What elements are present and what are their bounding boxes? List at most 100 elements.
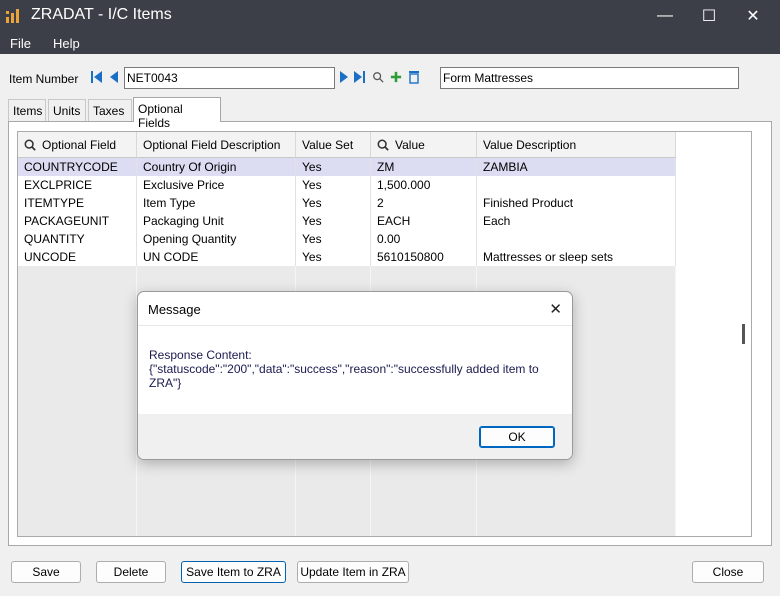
- table-row[interactable]: EXCLPRICE Exclusive Price Yes 1,500.000: [18, 176, 751, 194]
- table-cell[interactable]: 1,500.000: [371, 176, 477, 194]
- first-record-icon[interactable]: [91, 70, 103, 84]
- close-window-button[interactable]: Close: [692, 561, 764, 583]
- table-cell[interactable]: Yes: [296, 176, 371, 194]
- table-cell[interactable]: Opening Quantity: [137, 230, 296, 248]
- empty-table-cell[interactable]: [18, 338, 137, 356]
- menu-file[interactable]: File: [10, 36, 31, 51]
- table-cell[interactable]: Yes: [296, 248, 371, 266]
- empty-table-cell[interactable]: [18, 482, 137, 500]
- empty-table-cell[interactable]: [371, 500, 477, 518]
- table-cell[interactable]: UNCODE: [18, 248, 137, 266]
- empty-table-cell[interactable]: [18, 410, 137, 428]
- empty-table-cell[interactable]: [18, 266, 137, 284]
- finder-search-icon[interactable]: [372, 70, 384, 84]
- column-header-value[interactable]: Value: [371, 132, 477, 158]
- zoom-detail-icon[interactable]: [408, 70, 420, 84]
- add-new-icon[interactable]: [390, 70, 402, 84]
- column-search-icon[interactable]: [24, 139, 36, 151]
- table-cell[interactable]: Each: [477, 212, 676, 230]
- empty-table-cell[interactable]: [477, 464, 676, 482]
- empty-table-cell[interactable]: [18, 284, 137, 302]
- save-item-to-zra-button[interactable]: Save Item to ZRA: [181, 561, 286, 583]
- empty-table-cell[interactable]: [296, 266, 371, 284]
- empty-table-cell[interactable]: [477, 518, 676, 536]
- table-cell[interactable]: PACKAGEUNIT: [18, 212, 137, 230]
- next-record-icon[interactable]: [338, 70, 350, 84]
- empty-table-cell[interactable]: [137, 266, 296, 284]
- vertical-scrollbar-thumb[interactable]: [742, 324, 745, 344]
- table-cell[interactable]: Mattresses or sleep sets: [477, 248, 676, 266]
- last-record-icon[interactable]: [353, 70, 365, 84]
- table-cell[interactable]: EACH: [371, 212, 477, 230]
- table-row[interactable]: COUNTRYCODE Country Of Origin Yes ZM ZAMBIA: [18, 158, 751, 176]
- table-cell[interactable]: 0.00: [371, 230, 477, 248]
- empty-table-cell[interactable]: [18, 302, 137, 320]
- empty-table-cell[interactable]: [18, 320, 137, 338]
- empty-table-cell[interactable]: [296, 518, 371, 536]
- empty-table-cell[interactable]: [137, 482, 296, 500]
- table-cell[interactable]: Yes: [296, 194, 371, 212]
- empty-table-row[interactable]: [18, 464, 751, 482]
- table-cell[interactable]: COUNTRYCODE: [18, 158, 137, 176]
- table-row[interactable]: ITEMTYPE Item Type Yes 2 Finished Product: [18, 194, 751, 212]
- column-search-icon[interactable]: [377, 139, 389, 151]
- update-item-in-zra-button[interactable]: Update Item in ZRA: [297, 561, 409, 583]
- dialog-ok-button[interactable]: OK: [479, 426, 555, 448]
- empty-table-cell[interactable]: [18, 518, 137, 536]
- close-button[interactable]: ✕: [730, 0, 776, 32]
- empty-table-cell[interactable]: [18, 428, 137, 446]
- table-cell[interactable]: Item Type: [137, 194, 296, 212]
- table-cell[interactable]: ZM: [371, 158, 477, 176]
- empty-table-cell[interactable]: [18, 446, 137, 464]
- save-button[interactable]: Save: [11, 561, 81, 583]
- empty-table-cell[interactable]: [137, 464, 296, 482]
- empty-table-row[interactable]: [18, 518, 751, 536]
- maximize-button[interactable]: ☐: [686, 0, 732, 32]
- table-cell[interactable]: Yes: [296, 230, 371, 248]
- tab-optional-fields[interactable]: Optional Fields: [133, 97, 221, 130]
- table-cell[interactable]: Yes: [296, 158, 371, 176]
- table-cell[interactable]: UN CODE: [137, 248, 296, 266]
- column-header-value-description[interactable]: Value Description: [477, 132, 676, 158]
- table-cell[interactable]: Finished Product: [477, 194, 676, 212]
- menu-help[interactable]: Help: [53, 36, 80, 51]
- empty-table-cell[interactable]: [477, 500, 676, 518]
- empty-table-cell[interactable]: [18, 374, 137, 392]
- tab-units[interactable]: Units: [48, 99, 86, 121]
- tab-taxes[interactable]: Taxes: [88, 99, 132, 121]
- empty-table-cell[interactable]: [18, 392, 137, 410]
- empty-table-cell[interactable]: [296, 500, 371, 518]
- table-cell[interactable]: [477, 176, 676, 194]
- empty-table-cell[interactable]: [371, 266, 477, 284]
- empty-table-cell[interactable]: [477, 266, 676, 284]
- empty-table-row[interactable]: [18, 266, 751, 284]
- table-cell[interactable]: Yes: [296, 212, 371, 230]
- table-cell[interactable]: Country Of Origin: [137, 158, 296, 176]
- item-number-input[interactable]: NET0043: [124, 67, 335, 89]
- empty-table-cell[interactable]: [18, 500, 137, 518]
- delete-button[interactable]: Delete: [96, 561, 166, 583]
- table-cell[interactable]: EXCLPRICE: [18, 176, 137, 194]
- table-cell[interactable]: Exclusive Price: [137, 176, 296, 194]
- empty-table-row[interactable]: [18, 482, 751, 500]
- table-cell[interactable]: 2: [371, 194, 477, 212]
- table-cell[interactable]: ITEMTYPE: [18, 194, 137, 212]
- table-row[interactable]: UNCODE UN CODE Yes 5610150800 Mattresses or …: [18, 248, 751, 266]
- empty-table-row[interactable]: [18, 500, 751, 518]
- table-cell[interactable]: [477, 230, 676, 248]
- table-cell[interactable]: QUANTITY: [18, 230, 137, 248]
- dialog-close-icon[interactable]: ✕: [549, 300, 562, 318]
- empty-table-cell[interactable]: [137, 500, 296, 518]
- tab-items[interactable]: Items: [8, 99, 46, 121]
- empty-table-cell[interactable]: [18, 464, 137, 482]
- table-row[interactable]: PACKAGEUNIT Packaging Unit Yes EACH Each: [18, 212, 751, 230]
- table-cell[interactable]: ZAMBIA: [477, 158, 676, 176]
- empty-table-cell[interactable]: [371, 464, 477, 482]
- item-description-input[interactable]: Form Mattresses: [440, 67, 739, 89]
- empty-table-cell[interactable]: [296, 464, 371, 482]
- column-header-description[interactable]: Optional Field Description: [137, 132, 296, 158]
- column-header-optional-field[interactable]: Optional Field: [18, 132, 137, 158]
- empty-table-cell[interactable]: [371, 482, 477, 500]
- table-row[interactable]: QUANTITY Opening Quantity Yes 0.00: [18, 230, 751, 248]
- column-header-value-set[interactable]: Value Set: [296, 132, 371, 158]
